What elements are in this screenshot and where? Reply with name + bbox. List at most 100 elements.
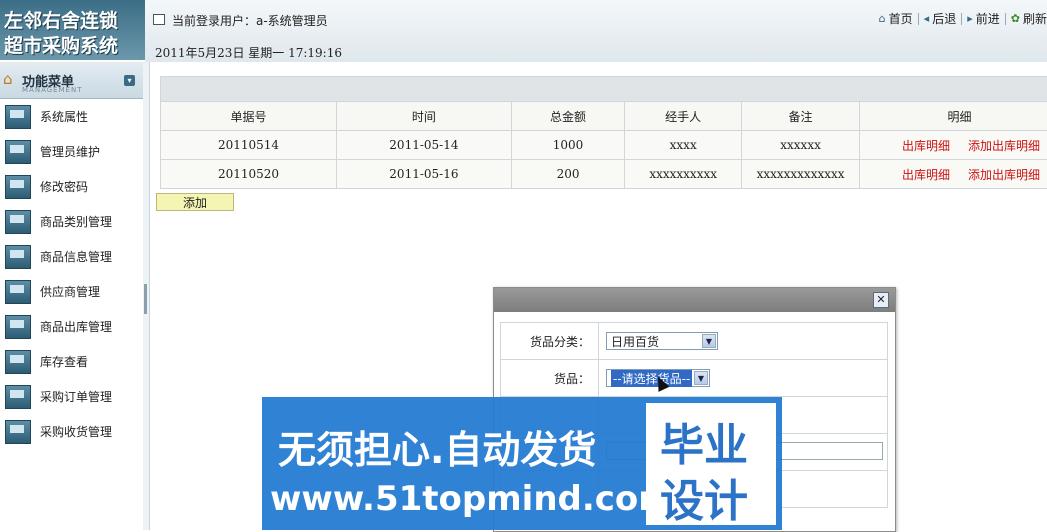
- cell-handler: xxxx: [625, 131, 742, 160]
- sidebar-item-inventory-view[interactable]: 库存查看: [0, 344, 143, 379]
- back-label: 后退: [932, 10, 956, 27]
- home-label: 首页: [889, 10, 913, 27]
- sidebar-subtitle: MANAGEMENT: [22, 86, 83, 94]
- chevron-down-icon: ▼: [694, 371, 708, 385]
- watermark-line-1: 无须担心.自动发货: [278, 419, 596, 474]
- form-row: 货品： --请选择货品-- ▼: [501, 360, 888, 397]
- cell-time: 2011-05-16: [336, 160, 511, 189]
- column-header: 总金额: [511, 102, 624, 131]
- watermark-box: 毕业 设计: [646, 403, 776, 525]
- table-header-row: 单据号 时间 总金额 经手人 备注 明细: [161, 102, 1047, 131]
- menu-home-icon: ⌂: [3, 70, 13, 88]
- cell-amount: 200: [511, 160, 624, 189]
- goods-select-value: --请选择货品--: [611, 370, 692, 387]
- watermark-box-line-1: 毕业: [660, 409, 748, 473]
- monitor-icon: [5, 315, 31, 339]
- outbound-detail-link[interactable]: 出库明细: [902, 139, 950, 153]
- column-header: 明细: [859, 102, 1047, 131]
- sidebar-item-purchase-orders[interactable]: 采购订单管理: [0, 379, 143, 414]
- category-label: 货品分类：: [501, 323, 599, 360]
- watermark-banner: 无须担心.自动发货 www.51topmind.com 毕业 设计: [262, 397, 782, 530]
- cell-detail: 出库明细 添加出库明细: [859, 160, 1047, 189]
- sidebar-item-label: 商品信息管理: [40, 248, 112, 265]
- dialog-titlebar[interactable]: ✕: [494, 288, 895, 312]
- chevron-down-icon: ▼: [702, 334, 716, 348]
- splitter-grip[interactable]: [144, 284, 147, 314]
- current-date: 2011年5月23日 星期一 17:19:16: [155, 44, 342, 61]
- back-link[interactable]: ◂ 后退: [924, 10, 957, 27]
- monitor-icon: [5, 245, 31, 269]
- category-select-value: 日用百货: [611, 333, 659, 350]
- cell-handler: xxxxxxxxxx: [625, 160, 742, 189]
- goods-label: 货品：: [501, 360, 599, 397]
- collapse-chevron-icon[interactable]: ▾: [124, 75, 135, 86]
- sidebar-item-outbound-management[interactable]: 商品出库管理: [0, 309, 143, 344]
- forward-icon: ▸: [967, 12, 973, 25]
- sidebar-item-label: 库存查看: [40, 353, 88, 370]
- cell-note: xxxxxx: [742, 131, 860, 160]
- sidebar-item-label: 管理员维护: [40, 143, 100, 160]
- add-outbound-detail-link[interactable]: 添加出库明细: [968, 168, 1040, 182]
- sidebar-item-change-password[interactable]: 修改密码: [0, 169, 143, 204]
- add-button[interactable]: 添加: [156, 193, 234, 211]
- home-link[interactable]: ⌂ 首页: [879, 10, 913, 27]
- add-outbound-detail-link[interactable]: 添加出库明细: [968, 139, 1040, 153]
- current-user: 当前登录用户：a-系统管理员: [172, 12, 328, 29]
- user-window-icon: [153, 14, 165, 25]
- monitor-icon: [5, 210, 31, 234]
- sidebar-item-label: 供应商管理: [40, 283, 100, 300]
- form-row: 货品分类： 日用百货 ▼: [501, 323, 888, 360]
- sidebar-header: ⌂ 功能菜单 MANAGEMENT ▾: [0, 62, 143, 99]
- outbound-table: 单据号 时间 总金额 经手人 备注 明细 20110514 2011-05-14…: [160, 76, 1047, 189]
- nav-divider: [961, 13, 962, 25]
- sidebar-item-admin-maintenance[interactable]: 管理员维护: [0, 134, 143, 169]
- table-row: 20110520 2011-05-16 200 xxxxxxxxxx xxxxx…: [161, 160, 1047, 189]
- cell-note: xxxxxxxxxxxxx: [742, 160, 860, 189]
- outbound-detail-link[interactable]: 出库明细: [902, 168, 950, 182]
- sidebar-item-system-properties[interactable]: 系统属性: [0, 99, 143, 134]
- form-cell: --请选择货品-- ▼: [599, 360, 888, 397]
- cell-detail: 出库明细 添加出库明细: [859, 131, 1047, 160]
- sidebar-item-label: 系统属性: [40, 108, 88, 125]
- watermark-box-line-2: 设计: [660, 465, 748, 529]
- sidebar-splitter[interactable]: [143, 62, 150, 530]
- sidebar-item-label: 修改密码: [40, 178, 88, 195]
- form-cell: 日用百货 ▼: [599, 323, 888, 360]
- watermark-line-2: www.51topmind.com: [270, 479, 674, 519]
- refresh-link[interactable]: ✿ 刷新: [1011, 10, 1047, 27]
- sidebar-item-category-management[interactable]: 商品类别管理: [0, 204, 143, 239]
- column-header: 备注: [742, 102, 860, 131]
- sidebar-item-label: 商品类别管理: [40, 213, 112, 230]
- logo-line-2: 超市采购系统: [4, 31, 118, 58]
- table-row: 20110514 2011-05-14 1000 xxxx xxxxxx 出库明…: [161, 131, 1047, 160]
- monitor-icon: [5, 420, 31, 444]
- nav-divider: [918, 13, 919, 25]
- cell-id: 20110520: [161, 160, 337, 189]
- monitor-icon: [5, 350, 31, 374]
- cell-id: 20110514: [161, 131, 337, 160]
- column-header: 经手人: [625, 102, 742, 131]
- table-caption-row: [161, 77, 1047, 102]
- sidebar-item-label: 采购收货管理: [40, 423, 112, 440]
- home-icon: ⌂: [879, 12, 886, 25]
- back-icon: ◂: [924, 12, 930, 25]
- sidebar-item-supplier-management[interactable]: 供应商管理: [0, 274, 143, 309]
- close-icon[interactable]: ✕: [873, 292, 889, 308]
- cell-amount: 1000: [511, 131, 624, 160]
- refresh-icon: ✿: [1011, 12, 1020, 25]
- app-logo: 左邻右舍连锁 超市采购系统: [0, 0, 145, 60]
- cell-time: 2011-05-14: [336, 131, 511, 160]
- column-header: 单据号: [161, 102, 337, 131]
- nav-divider: [1005, 13, 1006, 25]
- sidebar-item-goods-management[interactable]: 商品信息管理: [0, 239, 143, 274]
- refresh-label: 刷新: [1023, 10, 1047, 27]
- monitor-icon: [5, 175, 31, 199]
- sidebar-item-purchase-receiving[interactable]: 采购收货管理: [0, 414, 143, 449]
- category-select[interactable]: 日用百货 ▼: [606, 332, 718, 350]
- monitor-icon: [5, 105, 31, 129]
- header-nav: ⌂ 首页 ◂ 后退 ▸ 前进 ✿ 刷新: [879, 10, 1047, 27]
- monitor-icon: [5, 280, 31, 304]
- forward-link[interactable]: ▸ 前进: [967, 10, 1000, 27]
- sidebar: ⌂ 功能菜单 MANAGEMENT ▾ 系统属性 管理员维护 修改密码 商品类别…: [0, 62, 144, 530]
- monitor-icon: [5, 140, 31, 164]
